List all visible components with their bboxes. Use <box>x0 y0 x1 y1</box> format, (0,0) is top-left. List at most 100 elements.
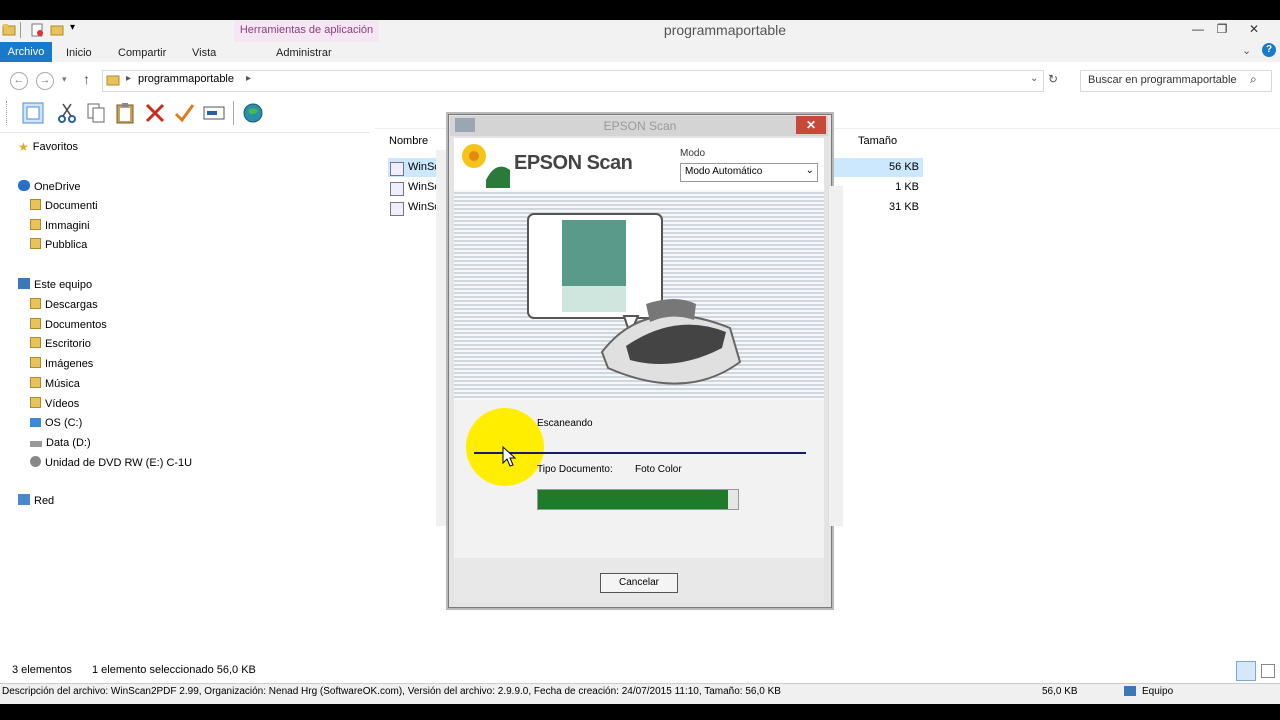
mode-select[interactable]: Modo Automático ⌄ <box>680 163 818 182</box>
tab-vista[interactable]: Vista <box>184 44 224 62</box>
nav-onedrive[interactable]: OneDrive <box>18 178 80 197</box>
nav-red[interactable]: Red <box>18 492 54 511</box>
folder-icon <box>30 218 41 230</box>
close-icon[interactable]: ✕ <box>1242 22 1266 40</box>
breadcrumb[interactable]: programmaportable <box>138 73 234 85</box>
nav-red-label: Red <box>34 495 55 507</box>
chevron-down-icon: ⌄ <box>805 165 814 176</box>
folder-icon <box>30 357 41 369</box>
ribbon-expand-icon[interactable]: ⌄ <box>1242 44 1251 57</box>
nav-pc-item-label: Unidad de DVD RW (E:) C-1U <box>45 456 193 469</box>
tab-compartir[interactable]: Compartir <box>110 44 174 62</box>
nav-pc-item[interactable]: OS (C:) <box>30 414 82 433</box>
nav-pc-item-label: Data (D:) <box>46 436 91 449</box>
tools-contextual-tab: Herramientas de aplicación <box>234 20 379 42</box>
tab-inicio[interactable]: Inicio <box>58 44 100 62</box>
nav-pc-item-label: Música <box>45 377 80 390</box>
windows-drive-icon <box>30 418 41 428</box>
nav-pc-item-label: Documentos <box>45 318 107 331</box>
nav-pc-item-label: Vídeos <box>45 397 80 410</box>
globe-icon[interactable] <box>242 102 264 124</box>
qat-dropdown-icon[interactable]: ▾ <box>70 22 75 33</box>
status-text: Escaneando <box>537 418 593 429</box>
nav-pc-item[interactable]: Imágenes <box>30 355 93 374</box>
status-divider <box>474 452 806 454</box>
nav-este-equipo[interactable]: Este equipo <box>18 276 92 295</box>
toolbar-separator <box>233 101 234 125</box>
nav-onedrive-item[interactable]: Documenti <box>30 197 98 216</box>
cloud-icon <box>18 180 30 191</box>
nav-pc-item[interactable]: Descargas <box>30 296 98 315</box>
search-icon[interactable]: ⌕ <box>1250 72 1257 87</box>
bottom-black-bar <box>0 704 1280 720</box>
window-title: programmaportable <box>663 22 787 38</box>
nav-pc-item[interactable]: Música <box>30 375 80 394</box>
folder-icon <box>30 396 41 408</box>
nav-top-divider <box>0 132 370 133</box>
doc-type-value: Foto Color <box>635 464 682 475</box>
column-header-nombre[interactable]: Nombre <box>389 135 428 147</box>
file-icon <box>390 182 404 196</box>
file-size: 56 KB <box>889 161 919 173</box>
nav-pc-item-label: Imágenes <box>45 358 94 371</box>
nav-pc-item[interactable]: Escritorio <box>30 335 91 354</box>
file-description: Descripción del archivo: WinScan2PDF 2.9… <box>2 686 781 697</box>
recent-locations-icon[interactable]: ▾ <box>62 74 67 85</box>
computer-icon <box>18 278 30 289</box>
file-size: 56,0 KB <box>1042 686 1078 697</box>
scanner-illustration <box>527 213 742 385</box>
address-dropdown-icon[interactable]: ⌄ <box>1030 73 1038 84</box>
breadcrumb-chevron-icon[interactable]: ▸ <box>246 73 251 84</box>
nav-pc-item[interactable]: Data (D:) <box>30 434 91 453</box>
checkmark-icon[interactable] <box>173 102 195 124</box>
details-view-icon[interactable] <box>1236 661 1256 681</box>
large-icons-view-icon[interactable] <box>1258 661 1276 679</box>
scan-progress-bar <box>537 489 739 510</box>
cancel-button[interactable]: Cancelar <box>600 573 678 593</box>
restore-icon[interactable]: ❐ <box>1210 22 1234 40</box>
file-icon <box>390 162 404 176</box>
nav-onedrive-item[interactable]: Immagini <box>30 217 90 236</box>
paste-icon[interactable] <box>114 102 136 124</box>
dialog-close-icon[interactable]: ✕ <box>796 116 826 134</box>
tab-archivo[interactable]: Archivo <box>0 42 52 62</box>
mode-label: Modo <box>680 148 706 159</box>
copy-icon[interactable] <box>85 102 107 124</box>
back-icon[interactable]: ← <box>10 72 28 90</box>
column-header-tamano[interactable]: Tamaño <box>858 135 897 147</box>
rename-icon[interactable] <box>203 102 225 124</box>
help-icon[interactable]: ? <box>1262 43 1276 57</box>
flower-logo-icon <box>462 144 510 188</box>
dvd-icon <box>30 455 41 467</box>
delete-icon[interactable] <box>144 102 166 124</box>
folder-icon <box>30 376 41 388</box>
nav-pc-item[interactable]: Vídeos <box>30 395 79 414</box>
dialog-title: EPSON Scan <box>603 119 677 133</box>
new-folder-icon[interactable] <box>50 23 64 37</box>
nav-pc-item[interactable]: Unidad de DVD RW (E:) C-1U <box>30 454 192 473</box>
folder-icon <box>30 238 41 250</box>
nav-favoritos[interactable]: ★ Favoritos <box>18 138 78 157</box>
star-icon: ★ <box>18 140 29 154</box>
up-icon[interactable]: ↑ <box>83 71 90 87</box>
minimize-icon[interactable]: — <box>1186 22 1210 40</box>
refresh-icon[interactable]: ↻ <box>1048 72 1058 86</box>
folder-icon <box>30 317 41 329</box>
select-icon[interactable] <box>22 102 44 124</box>
top-black-bar <box>0 0 1280 20</box>
address-bar[interactable] <box>102 70 1044 92</box>
toolbar-grip <box>6 101 9 125</box>
nav-onedrive-item-label: Immagini <box>45 219 90 232</box>
properties-icon[interactable] <box>30 23 44 37</box>
forward-icon[interactable]: → <box>36 72 54 90</box>
tab-administrar[interactable]: Administrar <box>268 44 340 62</box>
nav-pc-item-label: OS (C:) <box>45 417 83 430</box>
nav-onedrive-item[interactable]: Pubblica <box>30 236 87 255</box>
folder-icon <box>30 199 41 210</box>
nav-pc-item[interactable]: Documentos <box>30 316 107 335</box>
cut-icon[interactable] <box>56 102 78 124</box>
folder-icon <box>2 24 16 36</box>
breadcrumb-chevron-icon: ▸ <box>126 73 132 84</box>
qat-separator <box>20 22 21 38</box>
dialog-side-scrollbar[interactable] <box>828 186 843 526</box>
